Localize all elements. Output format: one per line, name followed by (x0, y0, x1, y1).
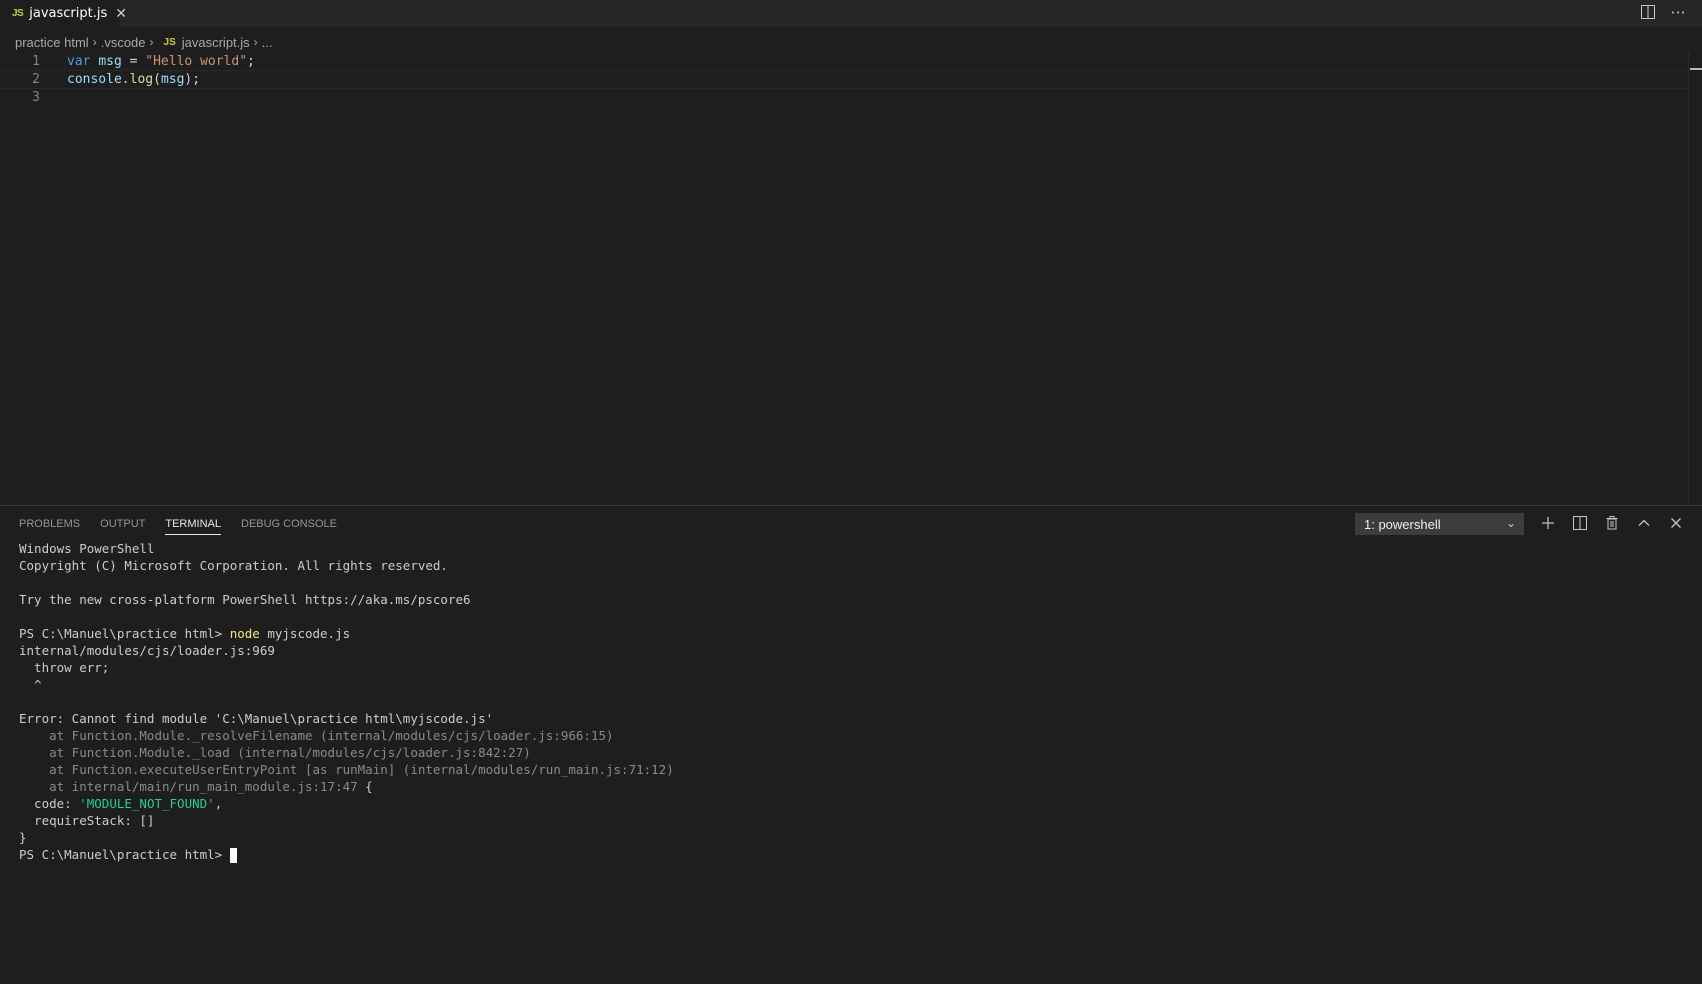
tab-terminal[interactable]: TERMINAL (165, 518, 221, 535)
code-text: var msg = "Hello world"; (67, 54, 255, 69)
code-line[interactable]: 3 (0, 88, 1690, 107)
chevron-right-icon: › (253, 35, 258, 49)
terminal-line: Copyright (C) Microsoft Corporation. All… (19, 557, 674, 574)
code-token: msg (160, 72, 185, 87)
tab-label: javascript.js (29, 6, 108, 21)
tab-output[interactable]: OUTPUT (100, 518, 145, 535)
terminal-line: requireStack: [] (19, 812, 674, 829)
split-terminal-icon[interactable] (1572, 515, 1588, 531)
chevron-right-icon: › (92, 35, 97, 49)
terminal-text: Windows PowerShell (19, 541, 155, 556)
terminal-text: at Function.Module._load (internal/modul… (19, 745, 531, 760)
breadcrumb-item-vscode[interactable]: .vscode (101, 35, 146, 50)
code-token: console (67, 72, 122, 87)
breadcrumb: practice html › .vscode › JS javascript.… (15, 32, 273, 52)
terminal-text: PS C:\Manuel\practice html> (19, 847, 230, 862)
tab-debug-console[interactable]: DEBUG CONSOLE (241, 518, 337, 535)
terminal-text: code: (19, 796, 80, 811)
terminal-line: } (19, 829, 674, 846)
terminal-text: internal/modules/cjs/loader.js:969 (19, 643, 275, 658)
terminal-line: at Function.Module._resolveFilename (int… (19, 727, 674, 744)
terminal-line: code: 'MODULE_NOT_FOUND', (19, 795, 674, 812)
line-number: 1 (32, 54, 40, 69)
add-terminal-icon[interactable] (1540, 515, 1556, 531)
terminal-text: Copyright (C) Microsoft Corporation. All… (19, 558, 448, 573)
more-actions-icon[interactable]: ··· (1670, 3, 1686, 22)
terminal-line: internal/modules/cjs/loader.js:969 (19, 642, 674, 659)
terminal-text: ^ (19, 677, 42, 692)
js-file-icon: JS (163, 36, 176, 48)
terminal-text: at internal/main/run_main_module.js:17:4… (19, 779, 358, 794)
code-line[interactable]: 2 console.log(msg); (0, 70, 1690, 89)
terminal-line: Error: Cannot find module 'C:\Manuel\pra… (19, 710, 674, 727)
terminal-text: PS C:\Manuel\practice html> (19, 626, 230, 641)
code-line[interactable]: 1 var msg = "Hello world"; (0, 52, 1690, 71)
terminal-text: node (229, 626, 260, 641)
code-token: = (121, 54, 146, 69)
code-editor[interactable]: 1 var msg = "Hello world"; 2 console.log(ms… (0, 52, 1702, 504)
close-icon[interactable]: ✕ (115, 6, 127, 22)
tab-problems[interactable]: PROBLEMS (19, 518, 80, 535)
trash-icon[interactable] (1604, 515, 1620, 531)
terminal-text: requireStack: [] (19, 813, 155, 828)
chevron-right-icon: › (149, 35, 154, 49)
terminal-line: at Function.Module._load (internal/modul… (19, 744, 674, 761)
terminal-line: Try the new cross-platform PowerShell ht… (19, 591, 674, 608)
terminal-select-dropdown[interactable]: 1: powershell ⌄ (1355, 513, 1524, 535)
editor-tab-bar: JS javascript.js ✕ ··· (0, 0, 1702, 27)
terminal-line: at internal/main/run_main_module.js:17:4… (19, 778, 674, 795)
terminal-text: } (19, 830, 27, 845)
line-number: 2 (32, 72, 40, 87)
chevron-down-icon: ⌄ (1505, 516, 1516, 530)
terminal-cursor (229, 848, 237, 863)
terminal-line: ^ (19, 676, 674, 693)
terminal-text: myjscode.js (259, 626, 351, 641)
terminal-text: at Function.Module._resolveFilename (int… (19, 728, 614, 743)
terminal-text: Try the new cross-platform PowerShell ht… (19, 592, 471, 607)
code-token: ); (184, 72, 201, 87)
terminal-line: Windows PowerShell (19, 540, 674, 557)
terminal-text: throw err; (19, 660, 110, 675)
tab-javascript-js[interactable]: JS javascript.js ✕ (0, 0, 127, 27)
breadcrumb-item-file[interactable]: javascript.js (182, 35, 250, 50)
code-text: console.log(msg); (67, 72, 200, 87)
code-token: "Hello world" (145, 54, 248, 69)
editor-scroll-track[interactable] (1688, 52, 1689, 504)
code-token: ( (153, 72, 161, 87)
code-token: var (67, 54, 91, 69)
line-number: 3 (32, 90, 40, 105)
breadcrumb-item-folder[interactable]: practice html (15, 35, 89, 50)
split-editor-icon[interactable] (1640, 4, 1656, 20)
js-file-icon: JS (12, 8, 24, 19)
terminal-line: throw err; (19, 659, 674, 676)
terminal-line: PS C:\Manuel\practice html> node myjscod… (19, 625, 674, 642)
code-token: log (129, 72, 154, 87)
code-token: . (121, 72, 130, 87)
scroll-position-marker (1690, 68, 1702, 70)
terminal-text: { (357, 779, 373, 794)
terminal-output[interactable]: Windows PowerShell Copyright (C) Microsof… (19, 540, 674, 863)
terminal-text: , (214, 796, 223, 811)
code-token: msg (98, 54, 122, 69)
terminal-select-value: 1: powershell (1364, 516, 1441, 532)
terminal-text: 'MODULE_NOT_FOUND' (79, 796, 215, 811)
bottom-panel: PROBLEMS OUTPUT TERMINAL DEBUG CONSOLE 1… (0, 505, 1702, 984)
terminal-line: at Function.executeUserEntryPoint [as ru… (19, 761, 674, 778)
terminal-text: Error: Cannot find module 'C:\Manuel\pra… (19, 711, 494, 726)
code-token: ; (247, 54, 255, 69)
breadcrumb-item-more[interactable]: ... (262, 35, 273, 50)
terminal-line: PS C:\Manuel\practice html> (19, 846, 674, 863)
terminal-text: at Function.executeUserEntryPoint [as ru… (19, 762, 674, 777)
close-icon[interactable] (1668, 515, 1684, 531)
chevron-up-icon[interactable] (1636, 515, 1652, 531)
